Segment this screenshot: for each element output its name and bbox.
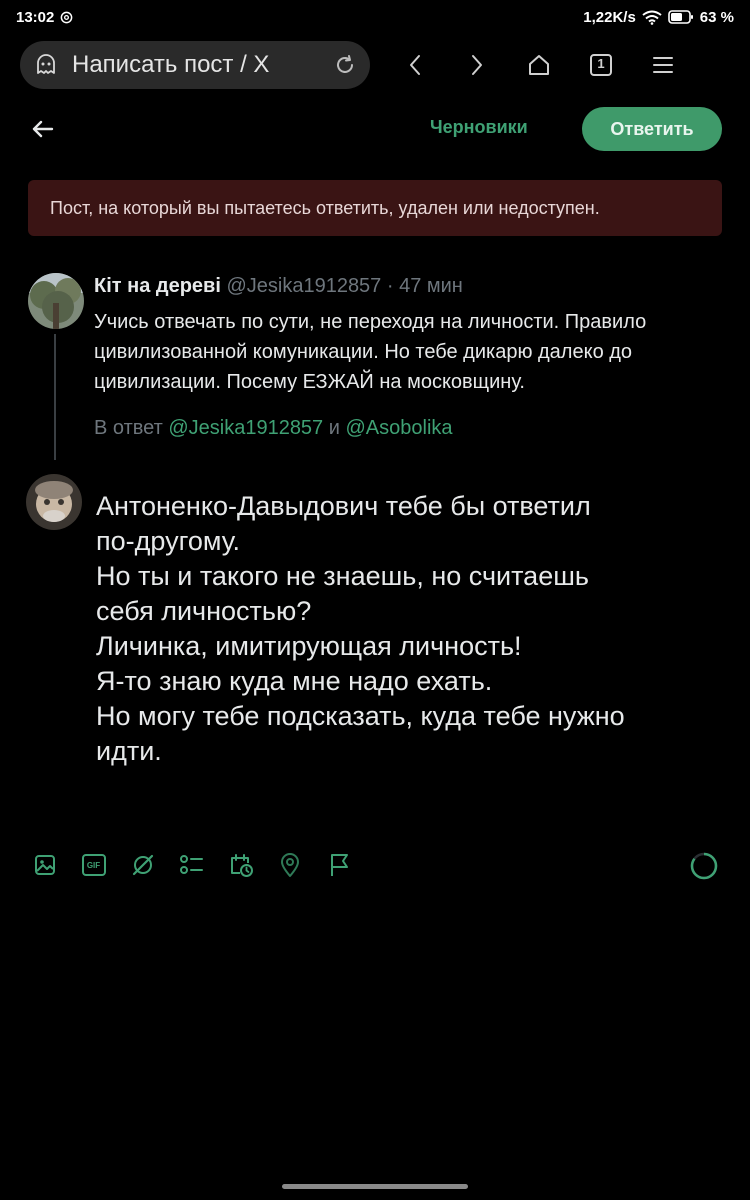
compose-line: идти.	[96, 736, 162, 766]
grok-button[interactable]	[128, 851, 157, 880]
add-poll-button[interactable]	[177, 851, 206, 880]
add-gif-button[interactable]: GIF	[79, 851, 108, 880]
tab-count: 1	[597, 56, 605, 71]
status-time: 13:02	[16, 8, 55, 26]
reload-icon[interactable]	[334, 54, 356, 76]
location-icon	[278, 852, 302, 878]
original-tweet-header: Кіт на дереві @Jesika1912857 · 47 мин	[94, 275, 463, 298]
poll-icon	[179, 853, 205, 877]
mention-link[interactable]: @Jesika1912857	[168, 417, 323, 439]
compose-line: по-другому.	[96, 526, 241, 556]
reply-joiner: и	[328, 417, 340, 439]
tabs-icon: 1	[589, 53, 613, 77]
ghost-incognito-icon	[34, 53, 58, 77]
status-bar: 13:02 1,22K/s 63 %	[0, 0, 750, 34]
add-media-button[interactable]	[30, 851, 59, 880]
battery-icon	[667, 10, 694, 24]
home-icon	[527, 53, 551, 77]
at-sign-icon	[60, 11, 73, 24]
hamburger-menu-icon	[651, 54, 675, 76]
address-bar[interactable]: Написать пост / X	[20, 41, 370, 89]
reply-button[interactable]: Ответить	[582, 107, 722, 151]
browser-back-button[interactable]	[384, 41, 446, 89]
image-icon	[33, 853, 57, 877]
home-indicator[interactable]	[282, 1184, 468, 1189]
original-handle-time: @Jesika1912857 · 47 мин	[226, 275, 463, 297]
compose-line: Но ты и такого не знаешь, но считаешь	[96, 561, 589, 591]
gif-label: GIF	[86, 860, 101, 870]
arrow-left-icon	[26, 112, 60, 146]
schedule-button[interactable]	[226, 851, 255, 880]
compose-line: Антоненко-Давыдович тебе бы ответил	[96, 491, 591, 521]
compose-line: Но могу тебе подсказать, куда тебе нужно	[96, 701, 625, 731]
browser-forward-button[interactable]	[446, 41, 508, 89]
reply-to-line: В ответ @Jesika1912857 и @Asobolika	[94, 417, 453, 440]
battery-percent: 63 %	[699, 8, 734, 26]
character-count-ring	[689, 851, 719, 881]
compose-line: Личинка, имитирующая личность!	[96, 631, 522, 661]
error-message: Пост, на который вы пытаетесь ответить, …	[50, 197, 600, 218]
flag-button[interactable]	[324, 851, 353, 880]
original-author-name[interactable]: Кіт на дереві	[94, 275, 221, 297]
grok-icon	[130, 852, 156, 878]
compose-header: Черновики Ответить	[0, 104, 750, 154]
wifi-icon	[642, 10, 662, 25]
browser-bar: Написать пост / X 1	[20, 40, 730, 90]
status-right: 1,22K/s 63 %	[583, 9, 734, 26]
browser-nav: 1	[384, 41, 694, 89]
schedule-icon	[228, 852, 254, 878]
drafts-link[interactable]: Черновики	[430, 117, 528, 138]
compose-line: Я-то знаю куда мне надо ехать.	[96, 666, 493, 696]
tabs-button[interactable]: 1	[570, 41, 632, 89]
network-speed: 1,22K/s	[583, 8, 636, 26]
add-location-button[interactable]	[275, 851, 304, 880]
compose-toolbar: GIF	[30, 849, 353, 881]
compose-line: себя личностью?	[96, 596, 312, 626]
reply-prefix: В ответ	[94, 417, 163, 439]
mention-link[interactable]: @Asobolika	[345, 417, 452, 439]
original-tweet-text: Учись отвечать по сути, не переходя на л…	[94, 311, 647, 393]
chevron-left-icon	[408, 54, 422, 76]
back-button[interactable]	[26, 112, 60, 146]
status-left: 13:02	[16, 9, 73, 26]
browser-menu-button[interactable]	[632, 41, 694, 89]
original-author-avatar[interactable]	[28, 273, 84, 329]
chevron-right-icon	[470, 54, 484, 76]
user-avatar[interactable]	[26, 474, 82, 530]
page-title-url[interactable]: Написать пост / X	[72, 51, 320, 79]
error-banner: Пост, на который вы пытаетесь ответить, …	[28, 180, 722, 236]
compose-textarea[interactable]: Антоненко-Давыдович тебе бы ответил по-д…	[96, 489, 736, 769]
gif-icon: GIF	[81, 854, 106, 876]
flag-icon	[327, 852, 351, 878]
thread-line	[54, 334, 56, 460]
browser-home-button[interactable]	[508, 41, 570, 89]
